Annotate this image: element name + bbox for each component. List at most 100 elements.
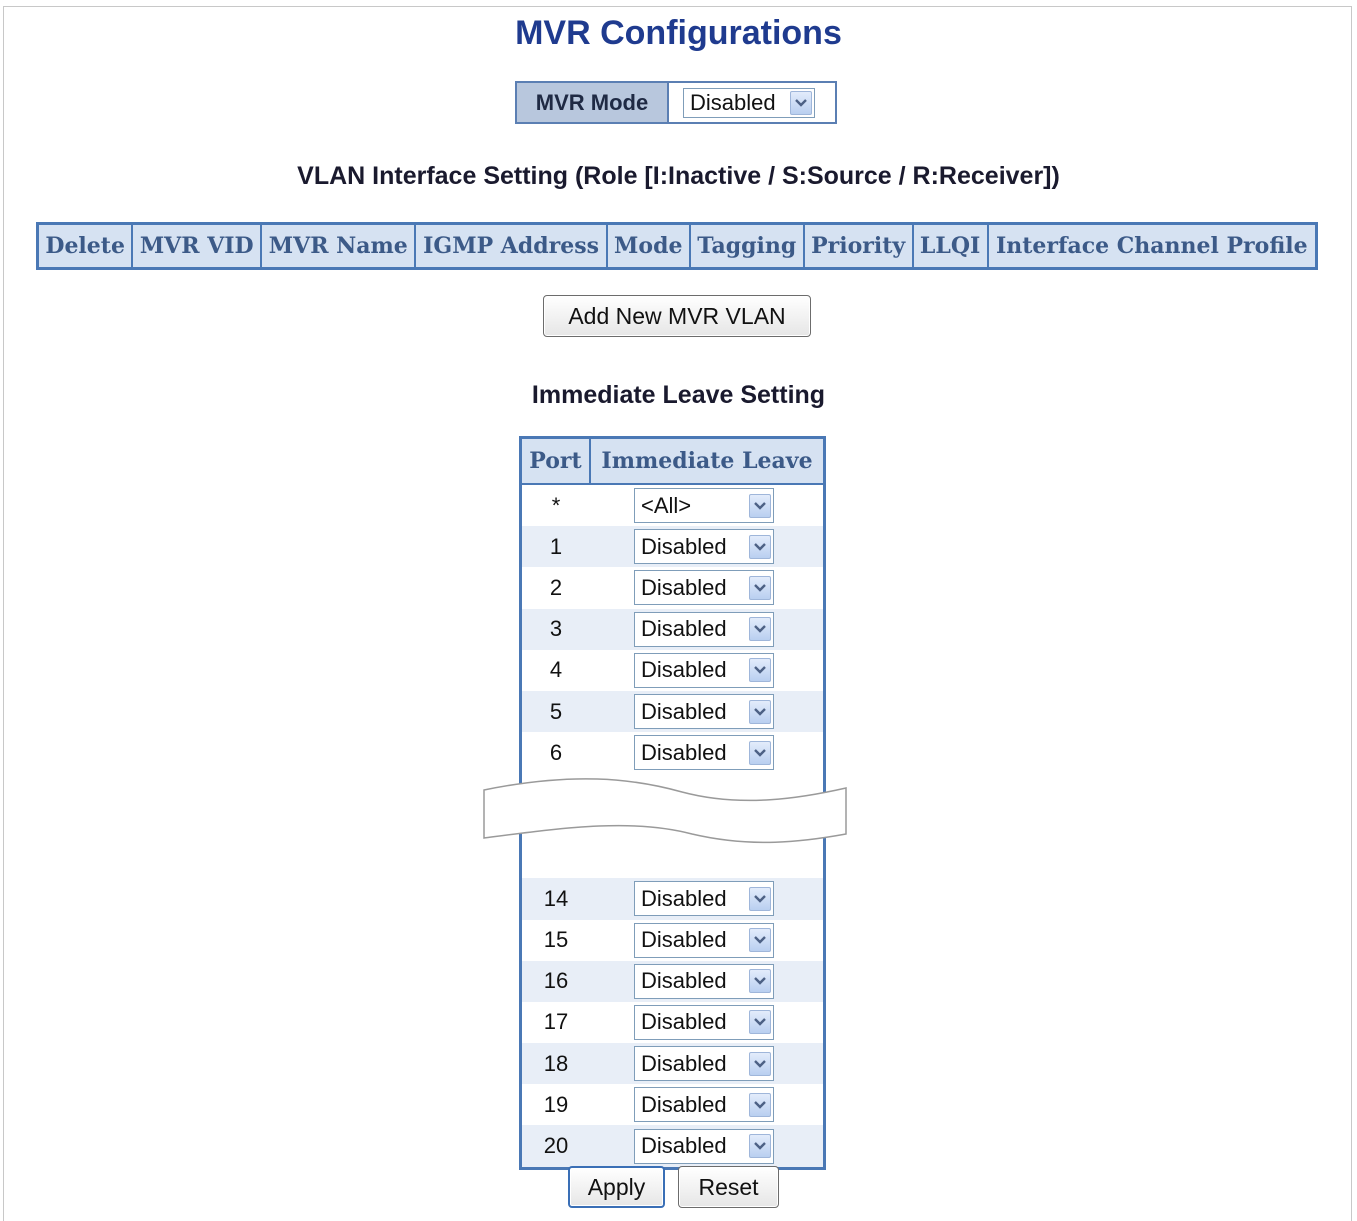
- mvr-mode-select[interactable]: Disabled: [683, 87, 815, 118]
- immediate-leave-select[interactable]: <All>: [634, 488, 774, 524]
- immediate-leave-select[interactable]: Disabled: [634, 652, 774, 688]
- vlan-column-header: IGMP Address: [414, 222, 608, 270]
- port-number: 5: [520, 690, 590, 733]
- immediate-leave-select[interactable]: Disabled: [634, 735, 774, 771]
- immediate-leave-value: Disabled: [641, 698, 727, 724]
- vlan-column-header: MVR VID: [131, 222, 263, 270]
- port-number: 19: [520, 1084, 590, 1126]
- leave-table-row: 18 Disabled: [520, 1043, 825, 1085]
- port-number: 1: [520, 526, 590, 568]
- leave-table-row: 14 Disabled: [520, 878, 825, 920]
- port-number: 18: [520, 1043, 590, 1085]
- vlan-table-header-row: Delete MVR VID MVR Name IGMP Address Mode Tag…: [36, 222, 1318, 270]
- chevron-down-icon: [749, 1134, 771, 1159]
- immediate-leave-select[interactable]: Disabled: [634, 963, 774, 999]
- port-number: 16: [520, 960, 590, 1002]
- leave-table-row: 1 Disabled: [520, 526, 825, 568]
- vlan-interface-table: Delete MVR VID MVR Name IGMP Address Mode Tag…: [36, 222, 1318, 270]
- immediate-leave-value: <All>: [641, 492, 692, 518]
- immediate-leave-cell: Disabled: [590, 567, 825, 609]
- immediate-leave-cell: Disabled: [590, 960, 825, 1002]
- immediate-leave-value: Disabled: [641, 968, 727, 994]
- immediate-leave-select[interactable]: Disabled: [634, 1004, 774, 1040]
- port-number: 15: [520, 919, 590, 961]
- immediate-leave-select[interactable]: Disabled: [634, 529, 774, 565]
- vlan-column-header: LLQI: [911, 222, 989, 270]
- vlan-column-header: Mode: [605, 222, 691, 270]
- immediate-leave-cell: Disabled: [590, 878, 825, 920]
- add-new-mvr-vlan-button[interactable]: Add New MVR VLAN: [543, 295, 811, 337]
- immediate-leave-select[interactable]: Disabled: [634, 570, 774, 606]
- immediate-leave-cell: Disabled: [590, 919, 825, 961]
- leave-table-row: 5 Disabled: [520, 690, 825, 733]
- port-number: 3: [520, 608, 590, 650]
- immediate-leave-cell: Disabled: [590, 1043, 825, 1085]
- leave-table-row: 17 Disabled: [520, 1001, 825, 1044]
- chevron-down-icon: [790, 90, 812, 115]
- immediate-leave-value: Disabled: [641, 533, 727, 559]
- immediate-leave-cell: Disabled: [590, 1125, 825, 1169]
- port-number: 17: [520, 1001, 590, 1044]
- chevron-down-icon: [749, 1010, 771, 1035]
- chevron-down-icon: [749, 928, 771, 953]
- immediate-leave-cell: Disabled: [590, 1084, 825, 1126]
- leave-table-row: 15 Disabled: [520, 919, 825, 961]
- immediate-leave-value: Disabled: [641, 927, 727, 953]
- immediate-leave-value: Disabled: [641, 1091, 727, 1117]
- immediate-leave-value: Disabled: [641, 739, 727, 765]
- leave-table-row: 20 Disabled: [520, 1125, 825, 1169]
- immediate-leave-cell: <All>: [590, 484, 825, 527]
- chevron-down-icon: [749, 740, 771, 765]
- port-number: *: [520, 484, 590, 527]
- immediate-leave-value: Disabled: [641, 1050, 727, 1076]
- vlan-section-title: VLAN Interface Setting (Role [I:Inactive…: [297, 162, 1060, 190]
- immediate-leave-select[interactable]: Disabled: [634, 881, 774, 917]
- chevron-down-icon: [749, 493, 771, 518]
- apply-button[interactable]: Apply: [568, 1166, 665, 1208]
- reset-button[interactable]: Reset: [678, 1166, 779, 1208]
- port-number: 2: [520, 567, 590, 609]
- immediate-leave-value: Disabled: [641, 1133, 727, 1159]
- immediate-leave-title: Immediate Leave Setting: [531, 381, 826, 409]
- leave-table-row: 19 Disabled: [520, 1084, 825, 1126]
- immediate-leave-column-header: Immediate Leave: [589, 436, 826, 485]
- immediate-leave-cell: Disabled: [590, 732, 825, 774]
- immediate-leave-cell: Disabled: [590, 690, 825, 733]
- port-number: 4: [520, 649, 590, 691]
- mvr-mode-control: MVR Mode Disabled: [515, 81, 837, 124]
- leave-table-row: 16 Disabled: [520, 960, 825, 1002]
- immediate-leave-value: Disabled: [641, 574, 727, 600]
- table-break-marker: [483, 778, 847, 844]
- immediate-leave-select[interactable]: Disabled: [634, 694, 774, 730]
- immediate-leave-select[interactable]: Disabled: [634, 1087, 774, 1123]
- vlan-column-header: Interface Channel Profile: [986, 222, 1318, 270]
- port-number: 20: [520, 1125, 590, 1169]
- immediate-leave-value: Disabled: [641, 1009, 727, 1035]
- chevron-down-icon: [749, 617, 771, 642]
- leave-table-row: 3 Disabled: [520, 608, 825, 650]
- immediate-leave-select[interactable]: Disabled: [634, 611, 774, 647]
- chevron-down-icon: [749, 534, 771, 559]
- mvr-mode-value: Disabled: [690, 89, 776, 115]
- leave-table-row: 4 Disabled: [520, 649, 825, 691]
- leave-table-row: 2 Disabled: [520, 567, 825, 609]
- mvr-mode-label: MVR Mode: [517, 83, 669, 122]
- vlan-column-header: MVR Name: [260, 222, 417, 270]
- port-number: 14: [520, 878, 590, 920]
- chevron-down-icon: [749, 1092, 771, 1117]
- immediate-leave-select[interactable]: Disabled: [634, 922, 774, 958]
- vlan-column-header: Delete: [36, 222, 134, 270]
- leave-table-header-row: Port Immediate Leave: [519, 436, 826, 485]
- chevron-down-icon: [749, 699, 771, 724]
- immediate-leave-select[interactable]: Disabled: [634, 1128, 774, 1164]
- immediate-leave-cell: Disabled: [590, 526, 825, 568]
- chevron-down-icon: [749, 658, 771, 683]
- immediate-leave-value: Disabled: [641, 657, 727, 683]
- immediate-leave-cell: Disabled: [590, 1001, 825, 1044]
- chevron-down-icon: [749, 575, 771, 600]
- port-number: 6: [520, 732, 590, 774]
- immediate-leave-select[interactable]: Disabled: [634, 1046, 774, 1082]
- vlan-column-header: Priority: [802, 222, 914, 270]
- immediate-leave-cell: Disabled: [590, 649, 825, 691]
- chevron-down-icon: [749, 886, 771, 911]
